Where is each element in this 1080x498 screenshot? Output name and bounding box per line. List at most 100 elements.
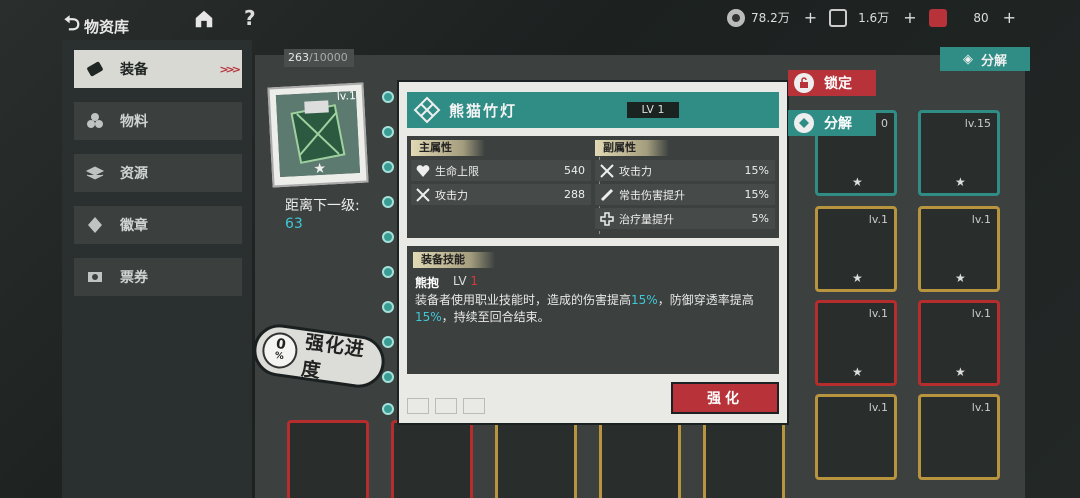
skill-desc-text: 装备者使用职业技能时，造成的伤害提高 bbox=[415, 293, 632, 307]
item-level: lv.15 bbox=[964, 117, 991, 130]
sidebar-item-resources[interactable]: 资源 bbox=[74, 154, 242, 192]
decor-stamp-icon bbox=[407, 398, 429, 414]
grid-item[interactable]: lv.1 ★ bbox=[918, 300, 1000, 386]
sidebar-item-label: 徽章 bbox=[120, 218, 148, 234]
grid-item[interactable]: lv.1 bbox=[918, 394, 1000, 480]
coin-add-button[interactable]: + bbox=[804, 8, 817, 27]
currency-coin: 78.2万 + bbox=[727, 8, 817, 27]
grid-item[interactable]: lv.15 ★ bbox=[918, 110, 1000, 196]
sidebar-item-materials[interactable]: 物料 bbox=[74, 102, 242, 140]
chip-value: 1.6万 bbox=[858, 11, 890, 25]
binder-ring bbox=[382, 231, 394, 243]
coin-icon bbox=[727, 8, 746, 27]
item-level: lv.1 bbox=[868, 401, 888, 414]
back-button[interactable]: ⮌ 物资库 bbox=[64, 9, 129, 43]
enhance-button[interactable]: 强化 bbox=[671, 382, 779, 414]
decompose-button[interactable]: 分解 bbox=[788, 110, 876, 136]
materials-icon bbox=[84, 110, 106, 132]
attr-row: 攻击力 288 bbox=[411, 184, 591, 205]
grid-item[interactable] bbox=[495, 420, 577, 498]
grid-item[interactable] bbox=[599, 420, 681, 498]
binder-ring bbox=[382, 91, 394, 103]
help-icon[interactable]: ? bbox=[244, 6, 256, 30]
decor-stamp-icon bbox=[463, 398, 485, 414]
heal-cross-icon bbox=[599, 211, 615, 227]
item-name: 熊猫竹灯 bbox=[449, 101, 518, 120]
grid-item[interactable]: lv.1 ★ bbox=[815, 300, 897, 386]
item-level: lv.1 bbox=[868, 307, 888, 320]
sidebar-item-label: 物料 bbox=[120, 114, 148, 130]
grid-item[interactable]: lv.1 bbox=[815, 394, 897, 480]
star-icon: ★ bbox=[955, 365, 966, 379]
sidebar-item-tickets[interactable]: 票券 bbox=[74, 258, 242, 296]
star-icon: ★ bbox=[852, 365, 863, 379]
next-level-label: 距离下一级: bbox=[285, 198, 360, 214]
selected-item-card: ★ lv.1 bbox=[267, 82, 369, 188]
heart-icon bbox=[415, 163, 431, 179]
ticket-value: 80 bbox=[973, 10, 989, 25]
binder-ring bbox=[382, 266, 394, 278]
binder-ring bbox=[382, 403, 394, 415]
ticket-add-button[interactable]: + bbox=[1003, 8, 1016, 27]
attr-label: 攻击力 bbox=[619, 164, 652, 178]
inventory-count: 263 bbox=[288, 51, 309, 64]
sub-attributes: 副属性 攻击力 15% 常击伤害提升 15% 治疗量提升 5% bbox=[595, 140, 775, 232]
currency-ticket: 80 + bbox=[928, 8, 1016, 27]
attr-row: 常击伤害提升 15% bbox=[595, 184, 775, 205]
attr-row: 生命上限 540 bbox=[411, 160, 591, 181]
main-attributes: 主属性 生命上限 540 攻击力 288 bbox=[411, 140, 591, 208]
currency-bar: 78.2万 + 1.6万 + 80 + bbox=[727, 8, 1016, 27]
back-arrow-icon: ⮌ bbox=[64, 11, 81, 35]
grid-item[interactable]: lv.1 ★ bbox=[918, 206, 1000, 292]
attr-value: 5% bbox=[751, 212, 769, 225]
item-type-icon bbox=[413, 96, 441, 124]
grid-item[interactable]: lv.1 ★ bbox=[815, 206, 897, 292]
sidebar: 装备 >>> 物料 资源 徽章 票券 bbox=[62, 40, 252, 498]
main-attr-title: 主属性 bbox=[411, 140, 485, 156]
attr-row: 攻击力 15% bbox=[595, 160, 775, 181]
coin-value: 78.2万 bbox=[751, 11, 790, 25]
attr-label: 攻击力 bbox=[435, 188, 468, 202]
progress-circle: 0 % bbox=[260, 330, 301, 371]
star-icon: ★ bbox=[955, 271, 966, 285]
star-icon: ★ bbox=[852, 271, 863, 285]
attr-value: 540 bbox=[564, 164, 585, 177]
skill-desc-highlight: 15% bbox=[631, 293, 658, 307]
binder-ring bbox=[382, 126, 394, 138]
chip-icon bbox=[829, 8, 848, 27]
sub-attr-title: 副属性 bbox=[595, 140, 669, 156]
batch-decompose-label: 分解 bbox=[980, 53, 1007, 69]
top-bar: ⮌ 物资库 ? 78.2万 + 1.6万 + 80 + bbox=[0, 0, 1080, 40]
lock-button[interactable]: 锁定 bbox=[788, 70, 876, 96]
attr-label: 生命上限 bbox=[435, 164, 479, 178]
binder-ring bbox=[382, 196, 394, 208]
next-level-info: 距离下一级: 63 bbox=[285, 197, 360, 233]
chip-add-button[interactable]: + bbox=[903, 8, 916, 27]
binder-ring bbox=[382, 336, 394, 348]
badge-icon bbox=[84, 214, 106, 236]
progress-label: 强化进度 bbox=[299, 331, 367, 383]
item-level: 0 bbox=[881, 117, 888, 130]
svg-text:★: ★ bbox=[313, 161, 326, 177]
decompose-icon bbox=[794, 113, 814, 133]
attr-label: 常击伤害提升 bbox=[619, 188, 685, 202]
attr-value: 15% bbox=[744, 188, 769, 201]
sidebar-item-equipment[interactable]: 装备 >>> bbox=[74, 50, 242, 88]
home-icon[interactable] bbox=[193, 8, 215, 30]
item-level: lv.1 bbox=[971, 401, 991, 414]
skill-name: 熊抱 bbox=[415, 276, 440, 290]
sidebar-item-badges[interactable]: 徽章 bbox=[74, 206, 242, 244]
active-chevron-icon: >>> bbox=[219, 62, 241, 76]
skill-desc-text: ，持续至回合结束。 bbox=[441, 310, 550, 324]
grid-item[interactable] bbox=[391, 420, 473, 498]
attr-value: 15% bbox=[744, 164, 769, 177]
skill-description: 装备者使用职业技能时，造成的伤害提高15%，防御穿透率提高15%，持续至回合结束… bbox=[415, 292, 775, 326]
grid-item[interactable] bbox=[703, 420, 785, 498]
batch-decompose-button[interactable]: ◈ 分解 bbox=[940, 47, 1030, 71]
sidebar-item-label: 票券 bbox=[120, 270, 148, 286]
panda-lantern-image: ★ bbox=[275, 90, 361, 177]
item-level: lv.1 bbox=[868, 213, 888, 226]
inventory-capacity: 263/10000 bbox=[284, 49, 354, 67]
grid-item[interactable] bbox=[287, 420, 369, 498]
equipment-icon bbox=[84, 58, 106, 80]
